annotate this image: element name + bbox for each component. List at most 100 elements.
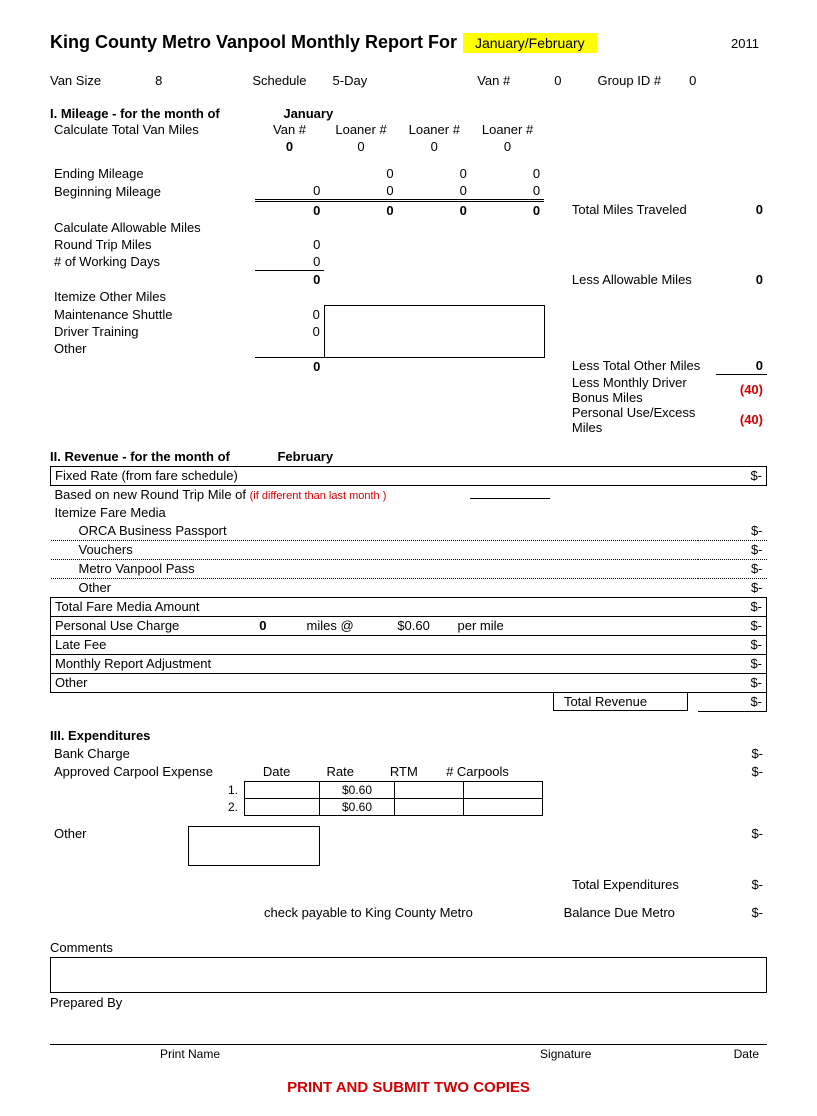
col-van: Van # [255, 121, 325, 138]
maint-val: 0 [255, 306, 325, 323]
sum-van: 0 [255, 201, 325, 220]
rev-other-label: Other [51, 673, 699, 692]
other-sum: 0 [255, 357, 325, 375]
van-size-value: 8 [155, 73, 162, 88]
diff-note: (if different than last month ) [250, 490, 387, 502]
date-label: Date [734, 1047, 759, 1061]
balance-label: Balance Due Metro [564, 905, 675, 920]
wdays-val: 0 [255, 253, 325, 271]
beg-l2: 0 [398, 182, 471, 201]
footer-text: PRINT AND SUBMIT TWO COPIES [50, 1079, 767, 1096]
bonus-label: Less Monthly Driver Bonus Miles [568, 375, 716, 405]
fixed-rate-amt: $- [698, 466, 766, 485]
signature-row: Print Name Signature Date [50, 1047, 767, 1061]
info-row: Van Size 8 Schedule 5-Day Van # 0 Group … [50, 73, 767, 88]
row1-rate: $0.60 [320, 781, 395, 798]
van-num-label: Van # [477, 73, 510, 88]
report-period: January/February [463, 33, 597, 53]
exp-other-label: Other [54, 826, 184, 841]
rtm-label: Round Trip Miles [50, 236, 255, 253]
section-revenue: II. Revenue - for the month of February [50, 449, 767, 464]
comments-label: Comments [50, 940, 767, 955]
end-l1: 0 [324, 165, 397, 182]
personal-label: Personal Use Charge [55, 618, 179, 633]
exp-other-amt: $- [699, 826, 767, 866]
total-miles-label: Total Miles Traveled [568, 201, 716, 220]
end-l3: 0 [471, 165, 544, 182]
mileage-table: Calculate Total Van Miles Van # Loaner #… [50, 121, 767, 435]
revenue-month: February [277, 449, 333, 464]
section-mileage: I. Mileage - for the month of January [50, 106, 767, 121]
col-loaner-3: Loaner # [471, 121, 544, 138]
carpools-col: # Carpools [438, 764, 518, 779]
exp-table: Bank Charge $- Approved Carpool Expense … [50, 745, 767, 922]
personal-amt: $- [698, 616, 766, 635]
total-fare-amt: $- [698, 597, 766, 616]
signature-label: Signature [540, 1047, 591, 1061]
calc-allow-label: Calculate Allowable Miles [50, 219, 255, 236]
bank-amt: $- [699, 745, 767, 763]
excess-label: Personal Use/Excess Miles [568, 405, 716, 435]
loaner2-header: 0 [398, 138, 471, 155]
rtm-col: RTM [374, 764, 434, 779]
row2-num: 2. [224, 798, 245, 815]
less-allow-val: 0 [716, 271, 767, 289]
print-name-label: Print Name [160, 1047, 220, 1061]
total-rev-label: Total Revenue [553, 693, 688, 711]
fare-other-label: Other [51, 578, 699, 597]
begin-label: Beginning Mileage [50, 182, 255, 201]
group-id-label: Group ID # [597, 73, 661, 88]
title-row: King County Metro Vanpool Monthly Report… [50, 32, 767, 53]
row2-rate: $0.60 [320, 798, 395, 815]
rev-other-amt: $- [698, 673, 766, 692]
other-miles-label: Other [50, 340, 255, 358]
orca-amt: $- [698, 522, 766, 541]
loaner3-header: 0 [471, 138, 544, 155]
report-year: 2011 [731, 36, 767, 51]
maint-label: Maintenance Shuttle [50, 306, 255, 323]
based-label: Based on new Round Trip Mile of [55, 487, 247, 502]
less-other-val: 0 [716, 357, 767, 375]
sum-l3: 0 [471, 201, 544, 220]
approved-amt: $- [699, 763, 767, 781]
col-loaner-1: Loaner # [324, 121, 397, 138]
fare-other-amt: $- [698, 578, 766, 597]
per-mile-label: per mile [458, 618, 504, 633]
schedule-label: Schedule [252, 73, 306, 88]
pass-amt: $- [698, 559, 766, 578]
comments-box[interactable] [50, 957, 767, 993]
prepared-label: Prepared By [50, 995, 767, 1010]
bank-label: Bank Charge [50, 745, 699, 763]
row1-num: 1. [224, 781, 245, 798]
orca-label: ORCA Business Passport [51, 522, 699, 541]
sum-l2: 0 [398, 201, 471, 220]
check-label: check payable to King County Metro [264, 905, 473, 920]
excess-val: (40) [716, 405, 767, 435]
total-exp-label: Total Expenditures [50, 876, 699, 894]
exp-other-box[interactable] [188, 826, 320, 866]
signature-line[interactable] [50, 1016, 767, 1045]
bonus-val: (40) [716, 375, 767, 405]
approved-label: Approved Carpool Expense [54, 764, 213, 779]
calc-total-label: Calculate Total Van Miles [50, 121, 255, 138]
late-label: Late Fee [51, 635, 699, 654]
less-allow-label: Less Allowable Miles [568, 271, 716, 289]
wdays-sum: 0 [255, 271, 325, 289]
vouchers-amt: $- [698, 540, 766, 559]
van-header-val: 0 [255, 138, 325, 155]
sum-l1: 0 [324, 201, 397, 220]
personal-miles: 0 [223, 618, 303, 633]
schedule-value: 5-Day [333, 73, 368, 88]
exp-heading: III. Expenditures [50, 728, 767, 743]
date-col: Date [247, 764, 307, 779]
van-num-value: 0 [554, 73, 561, 88]
vouchers-label: Vouchers [51, 540, 699, 559]
total-fare-label: Total Fare Media Amount [51, 597, 699, 616]
end-l2: 0 [398, 165, 471, 182]
rate-label: $0.60 [397, 618, 430, 633]
mileage-heading: I. Mileage - for the month of [50, 106, 220, 121]
total-exp-amt: $- [699, 876, 767, 894]
driver-val: 0 [255, 323, 325, 340]
total-miles-val: 0 [716, 201, 767, 220]
adj-label: Monthly Report Adjustment [51, 654, 699, 673]
